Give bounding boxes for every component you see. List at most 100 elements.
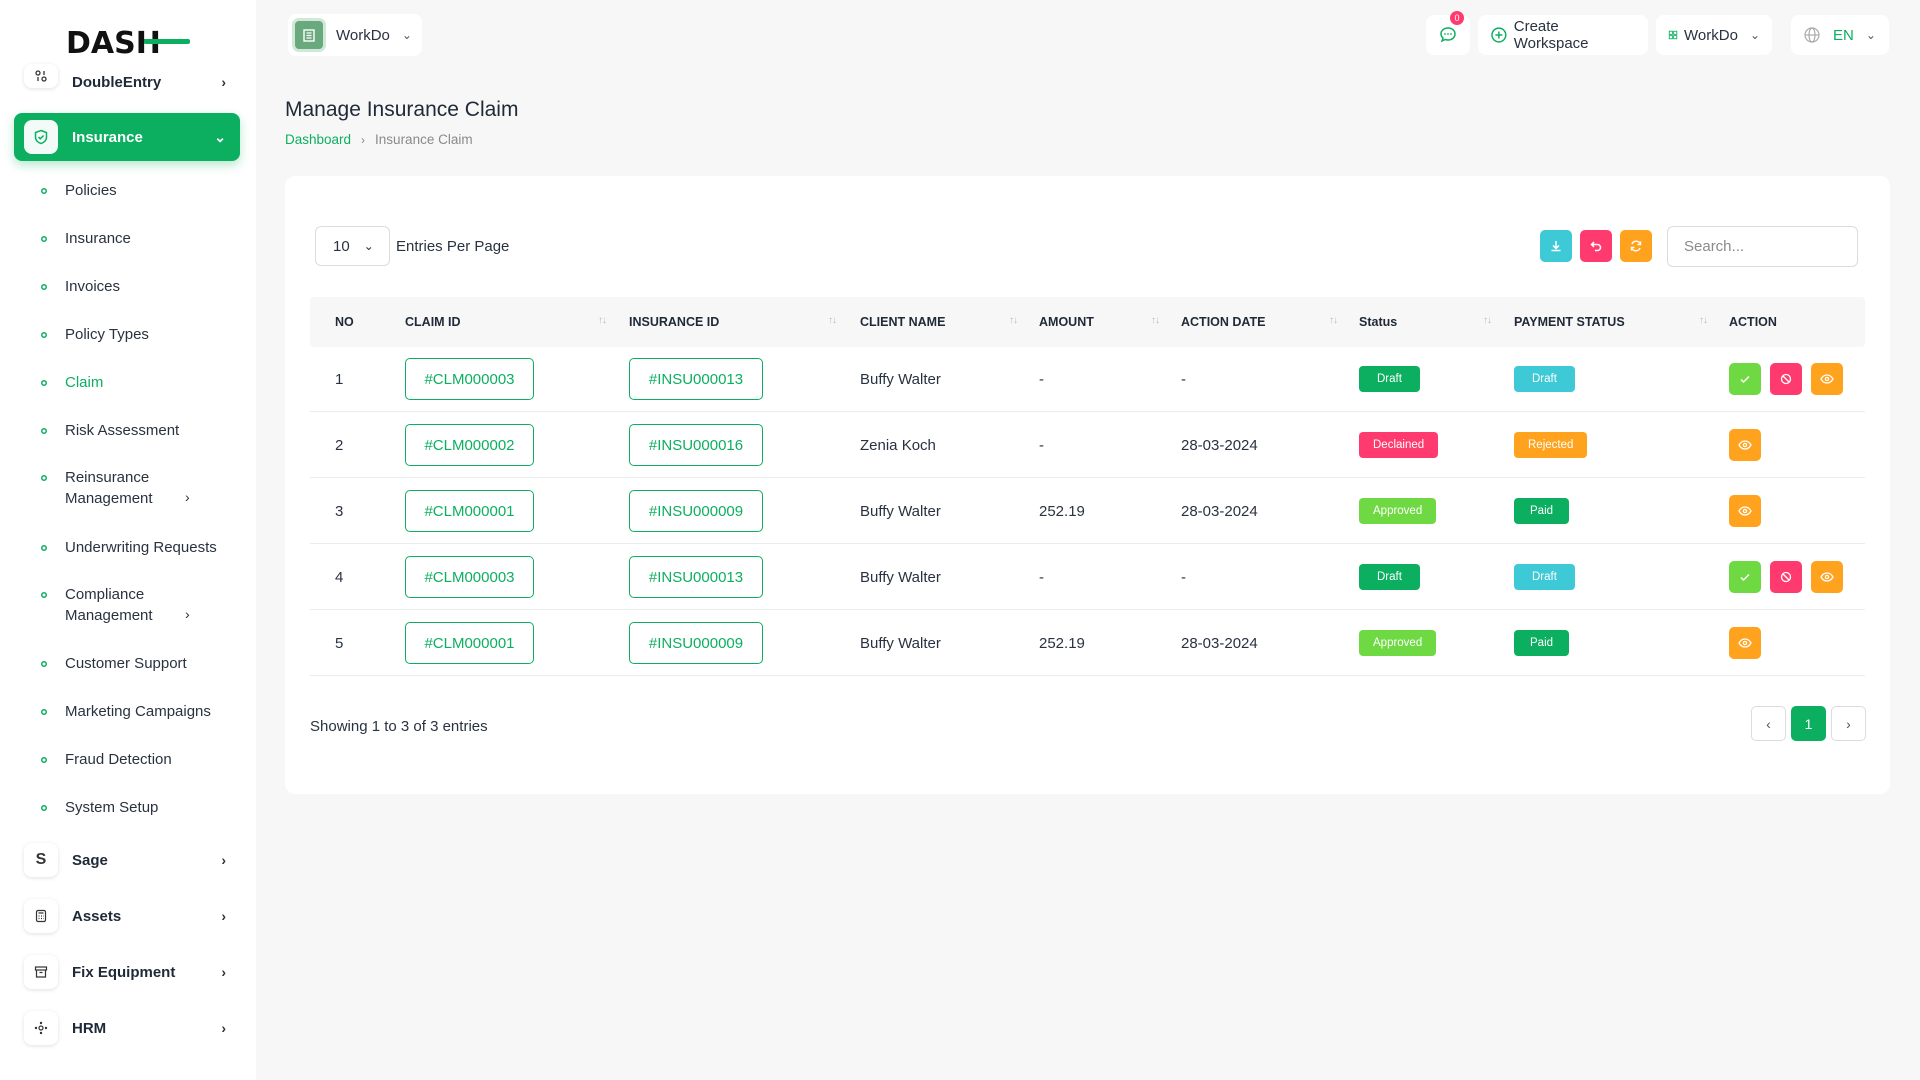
sidebar-subitem-claim[interactable]: Claim xyxy=(40,372,240,393)
bullet-icon xyxy=(41,545,47,551)
workspace-name: WorkDo xyxy=(336,26,390,44)
plus-circle-icon xyxy=(1491,27,1507,43)
sidebar-item-sage[interactable]: S Sage › xyxy=(14,840,240,880)
sidebar-subitem-label: Claim xyxy=(65,374,104,391)
export-button[interactable] xyxy=(1540,230,1572,262)
column-header-client-name[interactable]: CLIENT NAME xyxy=(860,297,945,347)
breadcrumb-dashboard-link[interactable]: Dashboard xyxy=(285,132,351,147)
pagination-next-button[interactable]: › xyxy=(1831,706,1866,741)
column-header-amount[interactable]: AMOUNT xyxy=(1039,297,1094,347)
bullet-icon xyxy=(41,284,47,290)
language-code: EN xyxy=(1833,26,1854,44)
sidebar-item-fix-equipment[interactable]: Fix Equipment › xyxy=(14,952,240,992)
search-input[interactable] xyxy=(1667,226,1858,267)
sidebar-subitem-insurance[interactable]: Insurance xyxy=(40,228,240,249)
language-dropdown[interactable]: EN ⌄ xyxy=(1791,15,1889,55)
view-button[interactable] xyxy=(1729,627,1761,659)
sidebar-item-insurance[interactable]: Insurance ⌄ xyxy=(14,113,240,161)
sidebar-subitem-label: Underwriting Requests xyxy=(65,539,217,556)
messages-button[interactable]: 0 xyxy=(1426,11,1470,55)
approve-button[interactable] xyxy=(1729,363,1761,395)
column-header-status[interactable]: Status xyxy=(1359,297,1397,347)
sidebar-subitem-compliance-management[interactable]: Compliance Management › xyxy=(40,584,240,626)
payment-status-badge: Paid xyxy=(1514,498,1570,524)
sidebar-subitem-marketing-campaigns[interactable]: Marketing Campaigns xyxy=(40,701,240,722)
dash-logo[interactable]: DASH xyxy=(66,24,191,58)
sidebar-item-label: Assets xyxy=(72,907,122,925)
sidebar-subitem-customer-support[interactable]: Customer Support xyxy=(40,653,240,674)
client-name: Buffy Walter xyxy=(860,502,941,520)
insurance-id-link[interactable]: #INSU000009 xyxy=(629,490,763,532)
view-button[interactable] xyxy=(1729,495,1761,527)
client-name: Zenia Koch xyxy=(860,436,936,454)
claim-id-link[interactable]: #CLM000001 xyxy=(405,622,534,664)
sidebar-subitem-system-setup[interactable]: System Setup xyxy=(40,797,240,818)
column-header-insurance-id[interactable]: INSURANCE ID xyxy=(629,297,719,347)
table-row: 2 #CLM000002 #INSU000016 Zenia Koch - 28… xyxy=(310,412,1865,478)
sidebar-item-hrm[interactable]: HRM › xyxy=(14,1008,240,1048)
column-header-no[interactable]: NO xyxy=(335,297,354,347)
sidebar-item-doubleentry[interactable]: DoubleEntry › xyxy=(14,64,240,100)
insurance-id-link[interactable]: #INSU000009 xyxy=(629,622,763,664)
sidebar-subitem-policy-types[interactable]: Policy Types xyxy=(40,324,240,345)
sort-icon[interactable]: ↑↓ xyxy=(828,315,837,326)
sort-icon[interactable]: ↑↓ xyxy=(598,315,607,326)
workspace-switcher[interactable]: WorkDo ⌄ xyxy=(288,14,422,56)
sidebar-item-label: Fix Equipment xyxy=(72,963,176,981)
sidebar-subitem-policies[interactable]: Policies xyxy=(40,180,240,201)
column-header-action-date[interactable]: ACTION DATE xyxy=(1181,297,1266,347)
notification-badge: 0 xyxy=(1450,11,1464,25)
table-row: 3 #CLM000001 #INSU000009 Buffy Walter 25… xyxy=(310,478,1865,544)
view-button[interactable] xyxy=(1729,429,1761,461)
create-workspace-button[interactable]: Create Workspace xyxy=(1478,15,1648,55)
column-header-claim-id[interactable]: CLAIM ID xyxy=(405,297,461,347)
sidebar-subitem-label: Marketing Campaigns xyxy=(65,703,211,720)
bullet-icon xyxy=(41,709,47,715)
pagination-page-button[interactable]: 1 xyxy=(1791,706,1826,741)
user-workspace-dropdown[interactable]: WorkDo ⌄ xyxy=(1656,15,1772,55)
user-workspace-name: WorkDo xyxy=(1684,26,1738,44)
decline-button[interactable] xyxy=(1770,561,1802,593)
column-header-payment-status[interactable]: PAYMENT STATUS xyxy=(1514,297,1625,347)
sidebar-subitem-fraud-detection[interactable]: Fraud Detection xyxy=(40,749,240,770)
payment-status-badge: Rejected xyxy=(1514,432,1588,458)
archive-icon xyxy=(24,955,58,989)
claim-id-link[interactable]: #CLM000003 xyxy=(405,556,534,598)
insurance-id-link[interactable]: #INSU000016 xyxy=(629,424,763,466)
sort-icon[interactable]: ↑↓ xyxy=(1009,315,1018,326)
table-row: 1 #CLM000003 #INSU000013 Buffy Walter - … xyxy=(310,346,1865,412)
sidebar-subitem-risk-assessment[interactable]: Risk Assessment xyxy=(40,420,240,441)
sidebar-subitem-label: Customer Support xyxy=(65,655,187,672)
claim-id-link[interactable]: #CLM000002 xyxy=(405,424,534,466)
sidebar-item-label: Sage xyxy=(72,851,108,869)
decline-button[interactable] xyxy=(1770,363,1802,395)
sort-icon[interactable]: ↑↓ xyxy=(1151,315,1160,326)
per-page-select[interactable]: 10 ⌄ xyxy=(315,226,390,266)
sort-icon[interactable]: ↑↓ xyxy=(1483,315,1492,326)
bullet-icon xyxy=(41,475,47,481)
payment-status-badge: Paid xyxy=(1514,630,1570,656)
insurance-id-link[interactable]: #INSU000013 xyxy=(629,358,763,400)
sidebar-subitem-reinsurance-management[interactable]: Reinsurance Management › xyxy=(40,467,240,509)
sidebar-item-assets[interactable]: Assets › xyxy=(14,896,240,936)
sort-icon[interactable]: ↑↓ xyxy=(1699,315,1708,326)
pagination-prev-button[interactable]: ‹ xyxy=(1751,706,1786,741)
view-button[interactable] xyxy=(1811,561,1843,593)
breadcrumb-current: Insurance Claim xyxy=(375,132,473,147)
sidebar-subitem-invoices[interactable]: Invoices xyxy=(40,276,240,297)
claim-id-link[interactable]: #CLM000003 xyxy=(405,358,534,400)
reload-button[interactable] xyxy=(1620,230,1652,262)
amount: - xyxy=(1039,370,1044,388)
chevron-down-icon: ⌄ xyxy=(1749,28,1760,42)
sidebar-subitem-label: Invoices xyxy=(65,278,121,295)
sidebar-subitem-label: System Setup xyxy=(65,799,159,816)
reset-button[interactable] xyxy=(1580,230,1612,262)
sidebar-subitem-label: Risk Assessment xyxy=(65,422,180,439)
client-name: Buffy Walter xyxy=(860,634,941,652)
sidebar-subitem-underwriting-requests[interactable]: Underwriting Requests xyxy=(40,537,240,558)
approve-button[interactable] xyxy=(1729,561,1761,593)
insurance-id-link[interactable]: #INSU000013 xyxy=(629,556,763,598)
view-button[interactable] xyxy=(1811,363,1843,395)
sort-icon[interactable]: ↑↓ xyxy=(1329,315,1338,326)
claim-id-link[interactable]: #CLM000001 xyxy=(405,490,534,532)
